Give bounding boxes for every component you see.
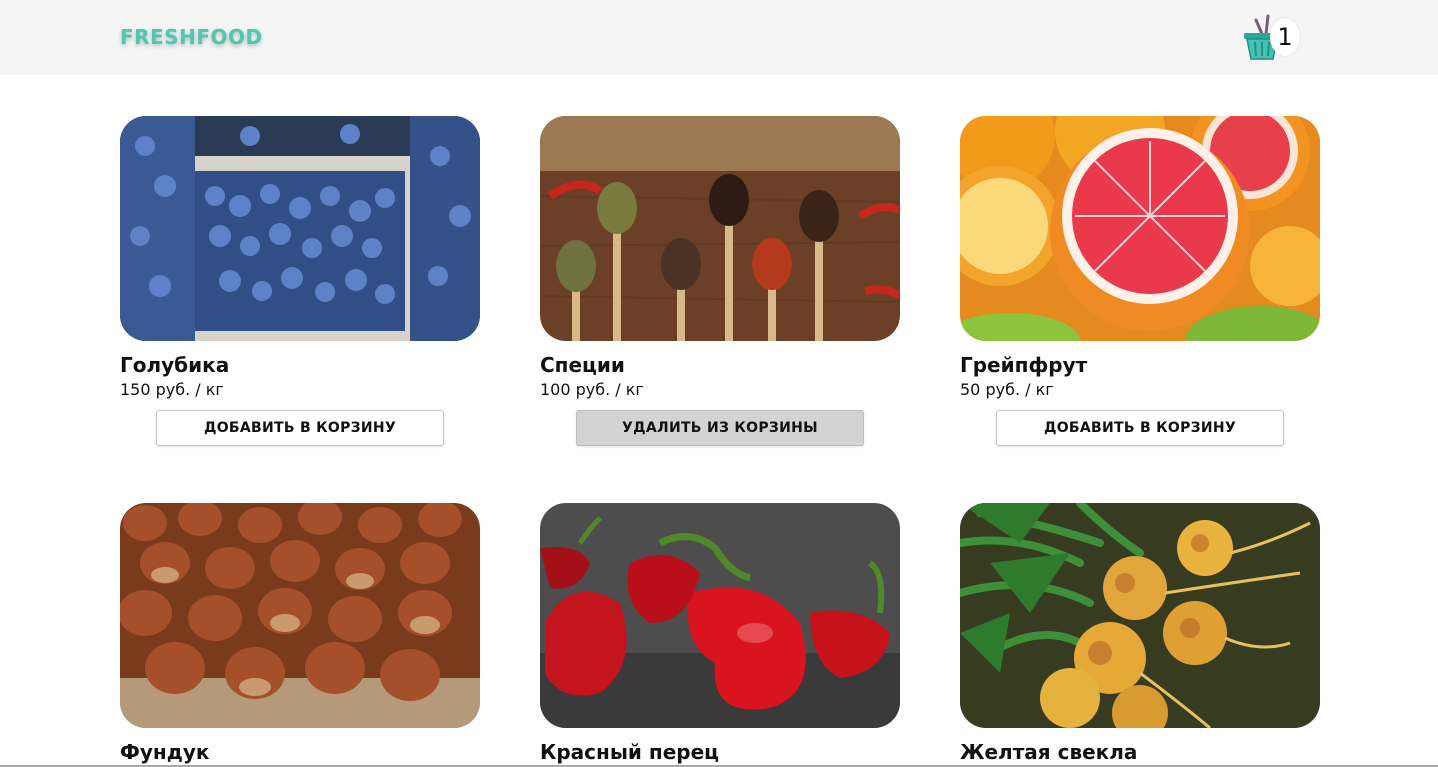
- product-title: Голубика: [120, 353, 230, 377]
- product-title: Грейпфрут: [960, 353, 1088, 377]
- product-card: Красный перец: [540, 503, 900, 765]
- cart-button[interactable]: 1: [1242, 14, 1302, 62]
- remove-from-cart-button[interactable]: УДАЛИТЬ ИЗ КОРЗИНЫ: [576, 410, 864, 446]
- add-to-cart-button[interactable]: ДОБАВИТЬ В КОРЗИНУ: [996, 410, 1284, 446]
- product-card: Голубика 150 руб. / кг ДОБАВИТЬ В КОРЗИН…: [120, 116, 480, 446]
- red-pepper-photo: [540, 503, 900, 728]
- product-title: Желтая свекла: [960, 740, 1138, 764]
- product-card: Грейпфрут 50 руб. / кг ДОБАВИТЬ В КОРЗИН…: [960, 116, 1320, 446]
- site-header: FRESHFOOD 1: [0, 0, 1438, 75]
- product-price: 100 руб. / кг: [540, 380, 644, 399]
- product-title: Фундук: [120, 740, 210, 764]
- brand-logo[interactable]: FRESHFOOD: [120, 25, 263, 49]
- product-price: 150 руб. / кг: [120, 380, 224, 399]
- product-price: 50 руб. / кг: [960, 380, 1054, 399]
- spices-photo: [540, 116, 900, 341]
- product-title: Красный перец: [540, 740, 719, 764]
- hazelnuts-photo: [120, 503, 480, 728]
- grapefruit-photo: [960, 116, 1320, 341]
- cart-count-badge: 1: [1270, 18, 1300, 56]
- product-title: Специи: [540, 353, 625, 377]
- product-card: Специи 100 руб. / кг УДАЛИТЬ ИЗ КОРЗИНЫ: [540, 116, 900, 446]
- add-to-cart-button[interactable]: ДОБАВИТЬ В КОРЗИНУ: [156, 410, 444, 446]
- blueberries-photo: [120, 116, 480, 341]
- product-card: Фундук: [120, 503, 480, 765]
- product-card: Желтая свекла: [960, 503, 1320, 765]
- yellow-beet-photo: [960, 503, 1320, 728]
